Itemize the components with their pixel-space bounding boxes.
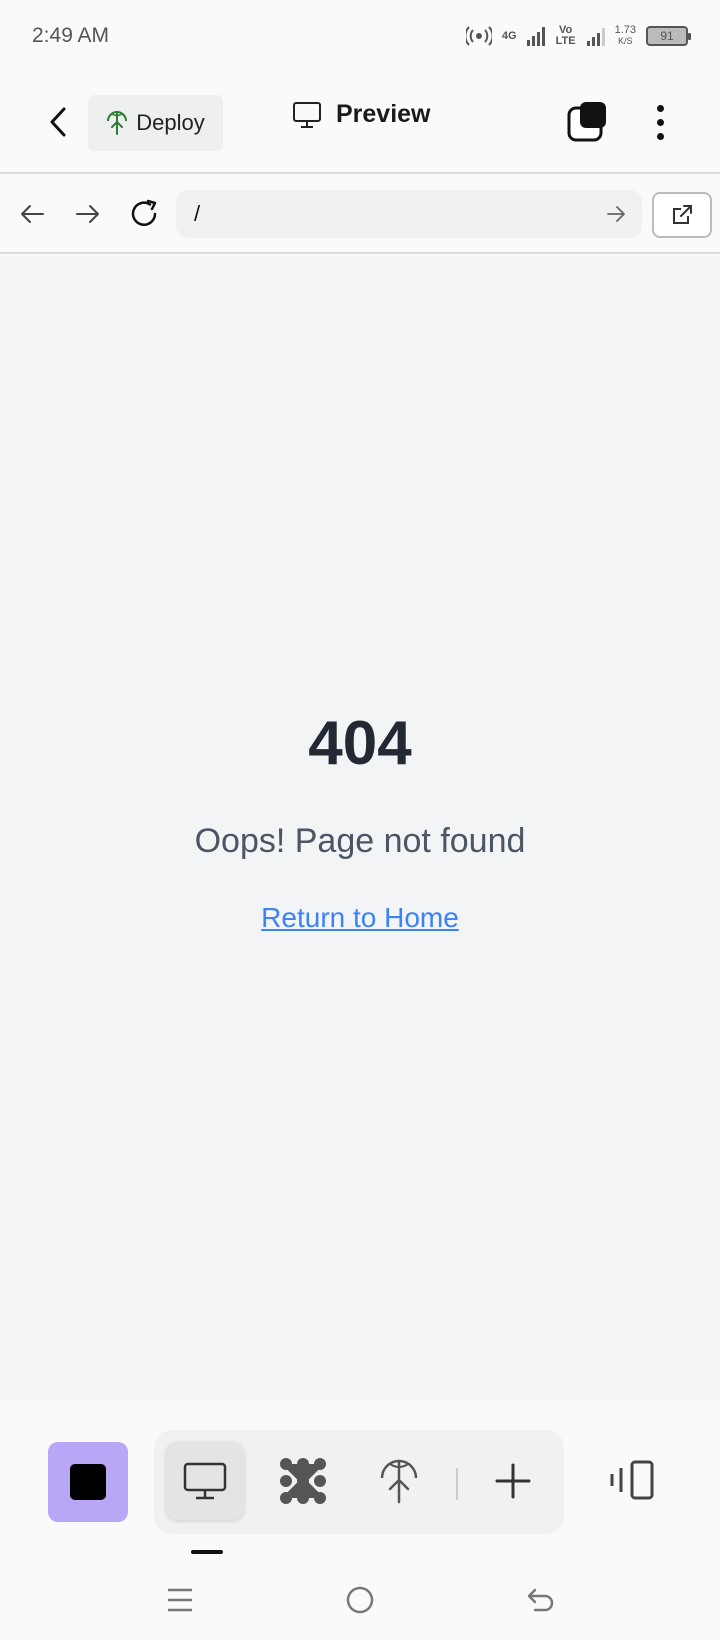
external-link-icon bbox=[673, 205, 692, 224]
preview-area: 404 Oops! Page not found Return to Home bbox=[0, 256, 720, 1400]
network-4g-label: 4G bbox=[501, 29, 517, 42]
return-home-link[interactable]: Return to Home bbox=[0, 902, 720, 934]
status-icons: 4G Vo LTE 1.73 K/S 91 bbox=[465, 24, 691, 47]
signal-icon-2 bbox=[586, 26, 605, 46]
battery-level: 91 bbox=[660, 29, 674, 43]
arrow-left-icon bbox=[21, 205, 44, 223]
active-tab-indicator bbox=[191, 1550, 223, 1554]
monitor-icon bbox=[293, 101, 321, 128]
arrow-right-icon bbox=[607, 206, 625, 222]
browser-back-button[interactable] bbox=[12, 194, 52, 234]
tool-divider bbox=[456, 1468, 458, 1500]
deploy-icon bbox=[107, 111, 128, 135]
volte-label: Vo LTE bbox=[555, 24, 576, 47]
tabs-button[interactable] bbox=[566, 100, 610, 144]
open-external-button[interactable] bbox=[652, 192, 712, 238]
reload-icon bbox=[131, 199, 157, 226]
url-go-button[interactable] bbox=[600, 198, 632, 230]
home-circle-icon bbox=[346, 1586, 374, 1614]
plus-icon bbox=[495, 1463, 531, 1499]
hotspot-icon bbox=[465, 26, 492, 46]
preview-label: Preview bbox=[336, 100, 431, 128]
bottom-toolbar bbox=[0, 1400, 720, 1554]
network-speed: 1.73 K/S bbox=[615, 25, 636, 47]
stop-icon bbox=[70, 1464, 106, 1500]
agent-icon bbox=[280, 1458, 326, 1504]
more-options-button[interactable] bbox=[645, 100, 675, 144]
tool-group bbox=[154, 1430, 564, 1534]
split-layout-icon bbox=[610, 1460, 654, 1500]
battery-icon: 91 bbox=[646, 26, 691, 46]
back-arrow-icon bbox=[527, 1588, 554, 1612]
home-button[interactable] bbox=[340, 1580, 380, 1620]
url-input[interactable] bbox=[176, 190, 642, 238]
deploy-button[interactable]: Deploy bbox=[88, 95, 223, 151]
agent-tool-button[interactable] bbox=[264, 1442, 342, 1520]
deploy-label: Deploy bbox=[136, 110, 205, 135]
status-time: 2:49 AM bbox=[32, 24, 110, 47]
status-bar: 2:49 AM 4G Vo LTE 1.73 K/S 91 bbox=[0, 0, 720, 72]
preview-tool-button[interactable] bbox=[166, 1442, 244, 1520]
browser-forward-button[interactable] bbox=[68, 194, 108, 234]
layout-toggle-button[interactable] bbox=[604, 1452, 660, 1508]
app-header: Deploy Preview bbox=[0, 72, 720, 174]
system-nav-bar bbox=[0, 1560, 720, 1640]
preview-tab[interactable]: Preview bbox=[292, 100, 431, 129]
monitor-icon bbox=[183, 1462, 227, 1500]
reload-button[interactable] bbox=[124, 194, 164, 234]
deploy-icon bbox=[380, 1459, 418, 1504]
add-tool-button[interactable] bbox=[474, 1442, 552, 1520]
chevron-left-icon bbox=[50, 107, 66, 137]
error-code: 404 bbox=[308, 709, 412, 778]
arrow-right-icon bbox=[76, 205, 99, 223]
menu-icon bbox=[168, 1588, 192, 1612]
return-home-link-text[interactable]: Return to Home bbox=[261, 902, 459, 933]
error-message: Oops! Page not found bbox=[194, 822, 526, 860]
tabs-icon bbox=[567, 102, 606, 142]
signal-icon bbox=[526, 26, 545, 46]
deploy-tool-button[interactable] bbox=[360, 1442, 438, 1520]
system-back-button[interactable] bbox=[520, 1580, 560, 1620]
stop-button[interactable] bbox=[48, 1442, 128, 1522]
speed-unit: K/S bbox=[618, 36, 633, 46]
recents-button[interactable] bbox=[160, 1580, 200, 1620]
browser-toolbar bbox=[0, 174, 720, 254]
back-button[interactable] bbox=[40, 102, 76, 142]
speed-value: 1.73 bbox=[614, 24, 636, 36]
